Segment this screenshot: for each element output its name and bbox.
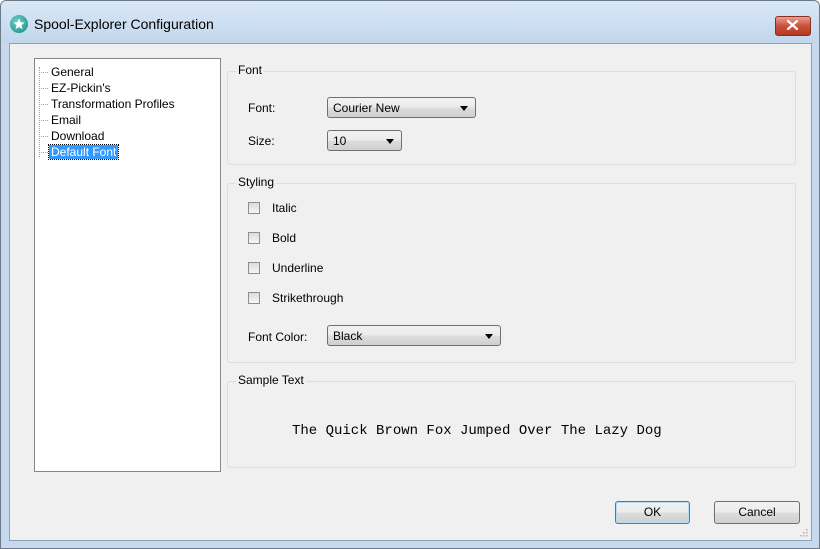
font-dropdown[interactable]: Courier New (327, 97, 476, 118)
sample-text-preview: The Quick Brown Fox Jumped Over The Lazy… (292, 423, 662, 439)
sample-text-group-title: Sample Text (236, 373, 306, 387)
tree-item-default-font[interactable]: Default Font (39, 144, 120, 160)
ok-button[interactable]: OK (615, 501, 690, 524)
tree-item-general[interactable]: General (39, 64, 96, 80)
dialog-client-area: General EZ-Pickin's Transformation Profi… (9, 43, 812, 541)
bold-checkbox[interactable] (248, 232, 260, 244)
chevron-down-icon (485, 334, 493, 339)
tree-item-ez-pickins[interactable]: EZ-Pickin's (39, 80, 113, 96)
font-group-title: Font (236, 63, 265, 77)
font-color-dropdown[interactable]: Black (327, 325, 501, 346)
font-dropdown-value: Courier New (333, 101, 400, 115)
tree-item-label: Transformation Profiles (51, 97, 175, 111)
close-button[interactable] (775, 16, 811, 36)
config-window: Spool-Explorer Configuration General EZ-… (0, 0, 820, 549)
size-dropdown[interactable]: 10 (327, 130, 402, 151)
italic-label: Italic (272, 201, 297, 215)
font-color-dropdown-value: Black (333, 329, 363, 343)
font-color-label: Font Color: (248, 330, 308, 344)
close-icon (787, 20, 798, 30)
window-title: Spool-Explorer Configuration (34, 16, 214, 32)
size-dropdown-value: 10 (333, 134, 347, 148)
size-label: Size: (248, 134, 275, 148)
tree-item-label: Default Font (47, 144, 120, 160)
title-bar[interactable]: Spool-Explorer Configuration (1, 1, 819, 43)
styling-group-title: Styling (236, 175, 277, 189)
font-label: Font: (248, 101, 276, 115)
star-app-icon (10, 15, 28, 33)
underline-label: Underline (272, 261, 324, 275)
tree-item-label: EZ-Pickin's (51, 81, 111, 95)
strikethrough-checkbox[interactable] (248, 292, 260, 304)
chevron-down-icon (460, 106, 468, 111)
tree-item-download[interactable]: Download (39, 128, 106, 144)
cancel-button[interactable]: Cancel (714, 501, 800, 524)
tree-item-label: Download (51, 129, 105, 143)
tree-item-label: Email (51, 113, 82, 127)
tree-item-transformation-profiles[interactable]: Transformation Profiles (39, 96, 177, 112)
italic-checkbox[interactable] (248, 202, 260, 214)
settings-tree[interactable]: General EZ-Pickin's Transformation Profi… (34, 58, 221, 472)
tree-item-email[interactable]: Email (39, 112, 83, 128)
chevron-down-icon (386, 139, 394, 144)
font-group (227, 71, 796, 165)
resize-grip-icon[interactable] (798, 527, 808, 537)
underline-checkbox[interactable] (248, 262, 260, 274)
bold-label: Bold (272, 231, 297, 245)
tree-item-label: General (51, 65, 94, 79)
strikethrough-label: Strikethrough (272, 291, 344, 305)
